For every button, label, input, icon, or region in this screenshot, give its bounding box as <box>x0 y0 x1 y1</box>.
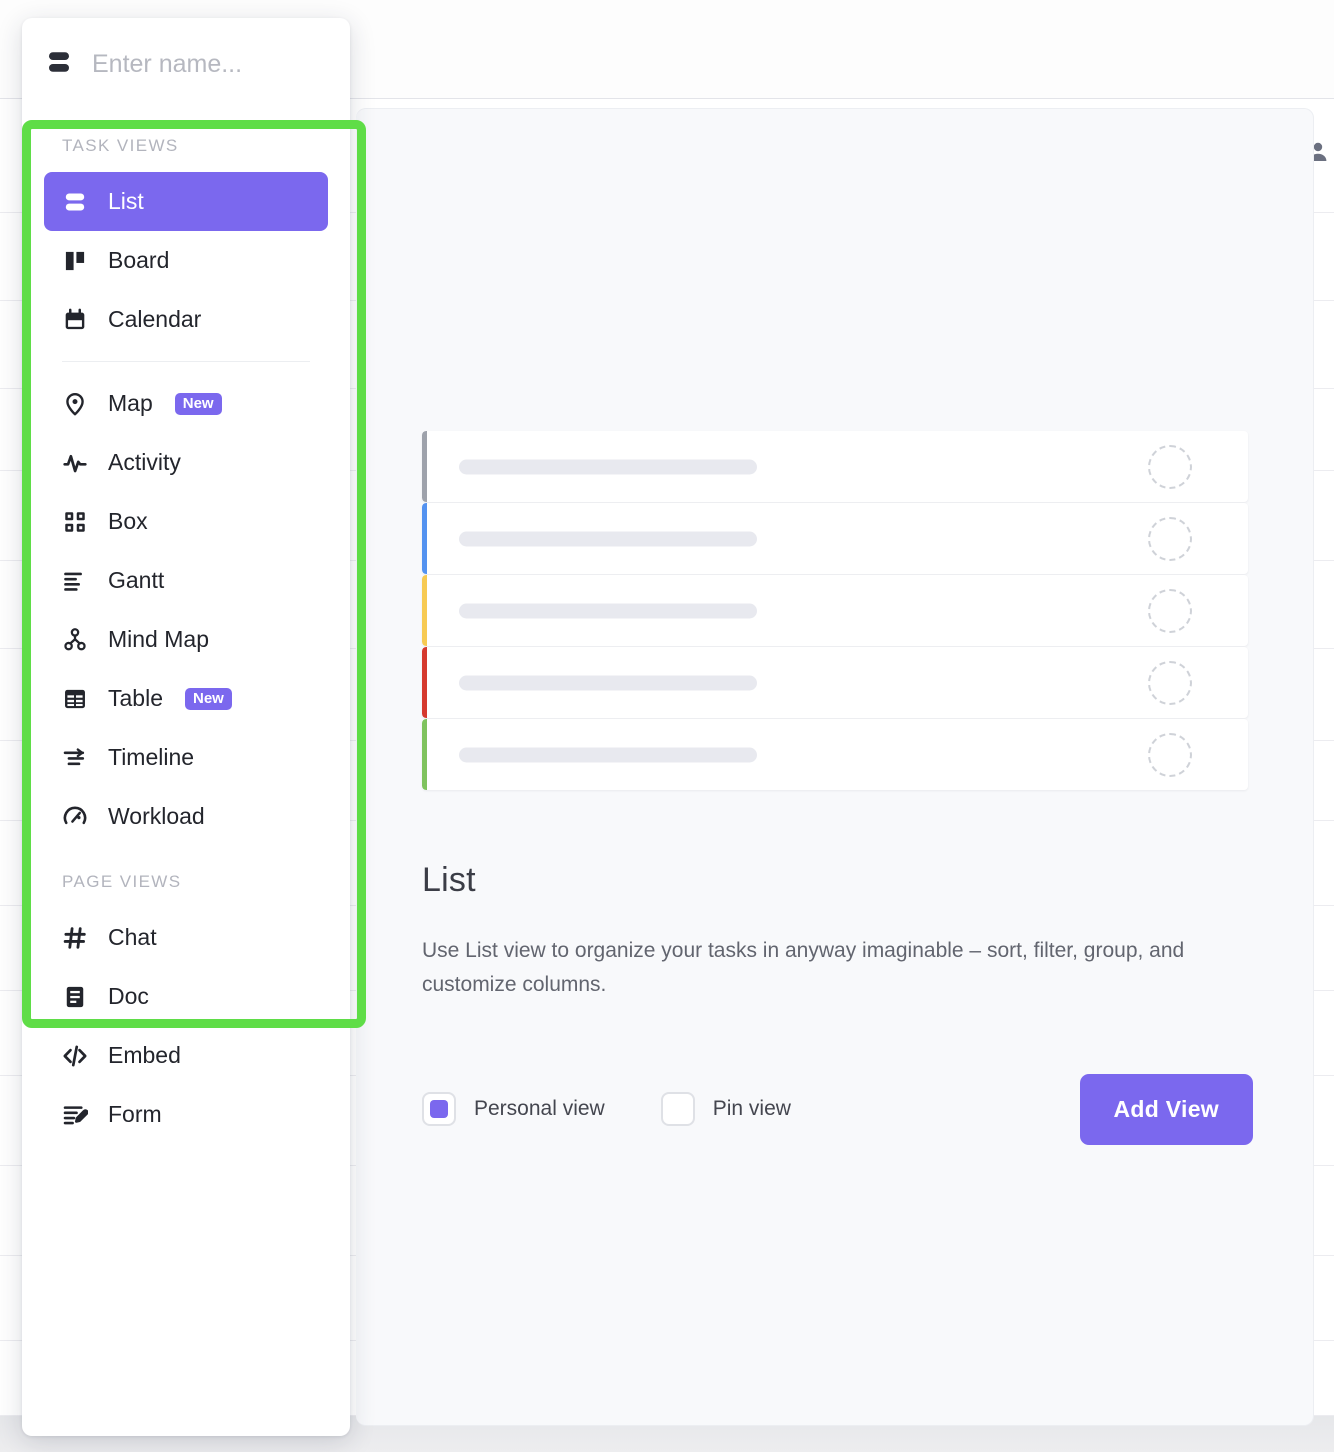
menu-item-label: Mind Map <box>108 626 209 653</box>
menu-item-label: Board <box>108 247 169 274</box>
list-icon <box>44 47 74 82</box>
list-icon <box>62 189 88 215</box>
list-view-preview <box>422 431 1248 791</box>
preview-task-row <box>422 647 1248 718</box>
section-label-page-views: PAGE VIEWS <box>22 846 350 908</box>
menu-item-chat[interactable]: Chat <box>44 908 328 967</box>
menu-item-label: Doc <box>108 983 149 1010</box>
map-pin-icon <box>62 391 88 417</box>
preview-task-row <box>422 431 1248 502</box>
personal-view-label: Personal view <box>474 1097 605 1121</box>
page-title: List <box>422 861 1222 900</box>
doc-icon <box>62 984 88 1010</box>
menu-item-activity[interactable]: Activity <box>44 433 328 492</box>
pin-view-checkbox[interactable] <box>661 1092 695 1126</box>
menu-item-label: List <box>108 188 144 215</box>
box-icon <box>62 509 88 535</box>
row-status-accent <box>422 647 427 718</box>
row-assignee-placeholder-icon <box>1148 517 1192 561</box>
gantt-icon <box>62 568 88 594</box>
row-assignee-placeholder-icon <box>1148 661 1192 705</box>
menu-item-board[interactable]: Board <box>44 231 328 290</box>
views-menu: TASK VIEWS List Board Calendar Map New Activit… <box>22 110 350 1144</box>
menu-item-label: Calendar <box>108 306 201 333</box>
menu-item-label: Chat <box>108 924 157 951</box>
views-section-page-views: PAGE VIEWS Chat Doc Embed Form <box>22 846 350 1144</box>
menu-item-mind-map[interactable]: Mind Map <box>44 610 328 669</box>
preview-task-row <box>422 575 1248 646</box>
menu-item-label: Activity <box>108 449 181 476</box>
view-detail-panel: List Use List view to organize your task… <box>356 108 1314 1426</box>
row-title-placeholder <box>459 459 757 474</box>
menu-item-label: Workload <box>108 803 205 830</box>
embed-icon <box>62 1043 88 1069</box>
section-label-task-views: TASK VIEWS <box>22 110 350 172</box>
preview-task-row <box>422 503 1248 574</box>
view-description-block: List Use List view to organize your task… <box>422 861 1222 1002</box>
add-view-modal: TASK VIEWS List Board Calendar Map New Activit… <box>22 18 350 1436</box>
row-status-accent <box>422 431 427 502</box>
view-name-field[interactable] <box>22 18 350 110</box>
menu-item-gantt[interactable]: Gantt <box>44 551 328 610</box>
add-view-button[interactable]: Add View <box>1080 1074 1254 1145</box>
view-options-footer: Personal view Pin view Add View <box>422 1069 1253 1149</box>
menu-item-embed[interactable]: Embed <box>44 1026 328 1085</box>
row-status-accent <box>422 503 427 574</box>
menu-divider <box>62 361 310 362</box>
menu-item-label: Table <box>108 685 163 712</box>
personal-view-checkbox[interactable] <box>422 1092 456 1126</box>
row-assignee-placeholder-icon <box>1148 589 1192 633</box>
hash-icon <box>62 925 88 951</box>
form-icon <box>62 1102 88 1128</box>
menu-item-label: Embed <box>108 1042 181 1069</box>
menu-item-timeline[interactable]: Timeline <box>44 728 328 787</box>
view-description-text: Use List view to organize your tasks in … <box>422 934 1212 1002</box>
menu-item-form[interactable]: Form <box>44 1085 328 1144</box>
view-name-input[interactable] <box>92 50 328 79</box>
menu-item-box[interactable]: Box <box>44 492 328 551</box>
personal-view-option[interactable]: Personal view <box>422 1092 605 1126</box>
timeline-icon <box>62 745 88 771</box>
row-title-placeholder <box>459 603 757 618</box>
row-assignee-placeholder-icon <box>1148 733 1192 777</box>
checkbox-checked-indicator <box>430 1100 448 1118</box>
row-title-placeholder <box>459 675 757 690</box>
menu-item-label: Timeline <box>108 744 194 771</box>
mind-map-icon <box>62 627 88 653</box>
activity-icon <box>62 450 88 476</box>
menu-item-calendar[interactable]: Calendar <box>44 290 328 349</box>
new-badge: New <box>175 393 222 415</box>
views-section-task-views: TASK VIEWS List Board Calendar Map New Activit… <box>22 110 350 846</box>
menu-item-list[interactable]: List <box>44 172 328 231</box>
menu-item-label: Gantt <box>108 567 164 594</box>
menu-item-table[interactable]: Table New <box>44 669 328 728</box>
workload-icon <box>62 804 88 830</box>
pin-view-option[interactable]: Pin view <box>661 1092 791 1126</box>
table-icon <box>62 686 88 712</box>
menu-item-map[interactable]: Map New <box>44 374 328 433</box>
menu-item-doc[interactable]: Doc <box>44 967 328 1026</box>
calendar-icon <box>62 307 88 333</box>
row-title-placeholder <box>459 747 757 762</box>
row-status-accent <box>422 575 427 646</box>
menu-item-workload[interactable]: Workload <box>44 787 328 846</box>
preview-task-row <box>422 719 1248 790</box>
menu-item-label: Form <box>108 1101 162 1128</box>
row-title-placeholder <box>459 531 757 546</box>
pin-view-label: Pin view <box>713 1097 791 1121</box>
row-assignee-placeholder-icon <box>1148 445 1192 489</box>
board-icon <box>62 248 88 274</box>
menu-item-label: Box <box>108 508 148 535</box>
menu-item-label: Map <box>108 390 153 417</box>
new-badge: New <box>185 688 232 710</box>
row-status-accent <box>422 719 427 790</box>
